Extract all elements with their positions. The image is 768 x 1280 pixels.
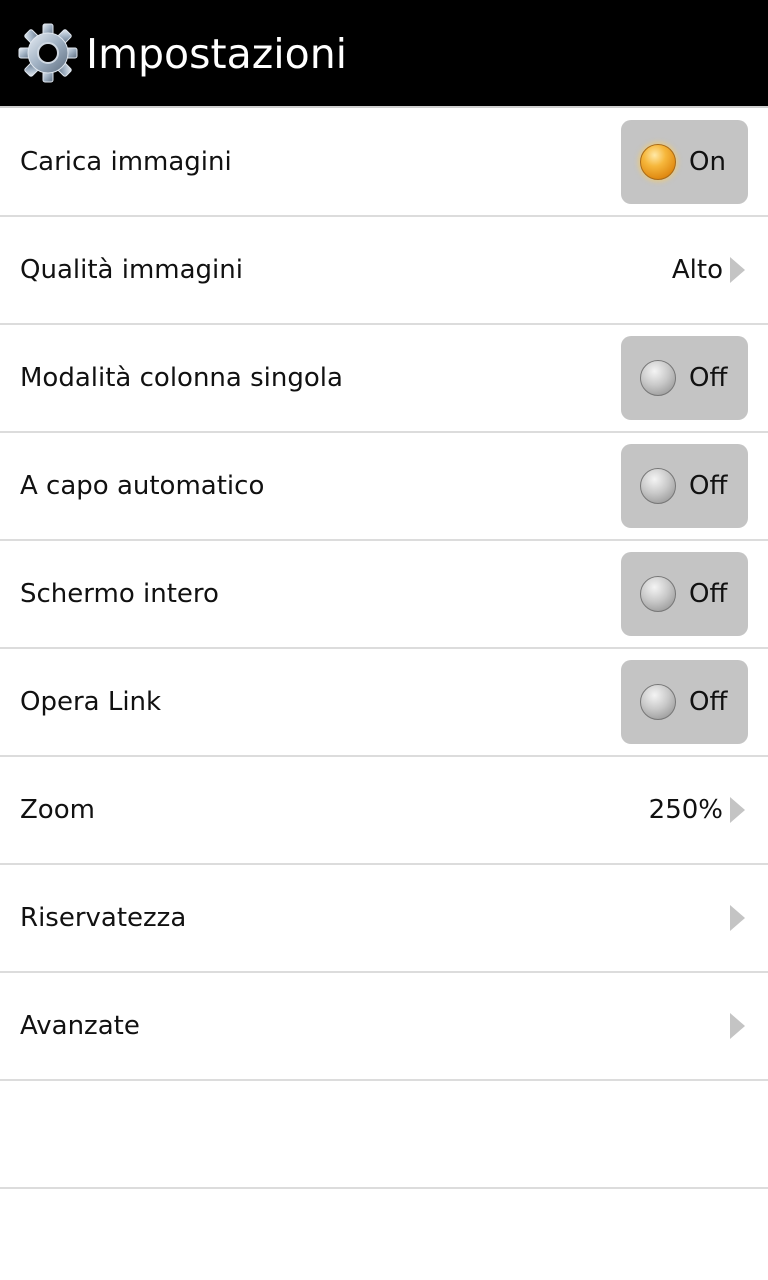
gear-icon [18, 23, 78, 83]
setting-label: Avanzate [20, 1011, 140, 1041]
setting-value: 250% [648, 795, 723, 825]
setting-fullscreen[interactable]: Schermo intero Off [0, 541, 768, 649]
load-images-toggle[interactable]: On [621, 120, 748, 204]
setting-label: Riservatezza [20, 903, 187, 933]
setting-zoom[interactable]: Zoom 250% [0, 757, 768, 865]
setting-label: Schermo intero [20, 579, 219, 609]
fullscreen-toggle[interactable]: Off [621, 552, 748, 636]
chevron-right-icon [730, 1013, 745, 1039]
status-led-icon [640, 576, 676, 612]
page-title: Impostazioni [86, 30, 348, 78]
settings-list: Carica immagini On Qualità immagini Alto… [0, 109, 768, 1189]
status-led-icon [640, 468, 676, 504]
setting-privacy[interactable]: Riservatezza [0, 865, 768, 973]
chevron-right-icon [730, 797, 745, 823]
status-led-icon [640, 144, 676, 180]
setting-advanced[interactable]: Avanzate [0, 973, 768, 1081]
setting-label: A capo automatico [20, 471, 265, 501]
setting-value: Alto [671, 255, 723, 285]
setting-opera-link[interactable]: Opera Link Off [0, 649, 768, 757]
setting-label: Qualità immagini [20, 255, 243, 285]
title-bar: Impostazioni [0, 0, 768, 108]
setting-load-images[interactable]: Carica immagini On [0, 109, 768, 217]
status-led-icon [640, 360, 676, 396]
status-led-icon [640, 684, 676, 720]
toggle-state: Off [689, 363, 728, 393]
setting-text-wrap[interactable]: A capo automatico Off [0, 433, 768, 541]
toggle-state: Off [689, 687, 728, 717]
setting-image-quality[interactable]: Qualità immagini Alto [0, 217, 768, 325]
setting-label: Zoom [20, 795, 95, 825]
chevron-right-icon [730, 905, 745, 931]
single-column-toggle[interactable]: Off [621, 336, 748, 420]
opera-link-toggle[interactable]: Off [621, 660, 748, 744]
text-wrap-toggle[interactable]: Off [621, 444, 748, 528]
setting-single-column[interactable]: Modalità colonna singola Off [0, 325, 768, 433]
toggle-state: Off [689, 471, 728, 501]
toggle-state: Off [689, 579, 728, 609]
toggle-state: On [689, 147, 726, 177]
empty-row [0, 1081, 768, 1189]
setting-label: Opera Link [20, 687, 162, 717]
setting-label: Carica immagini [20, 147, 232, 177]
setting-label: Modalità colonna singola [20, 363, 343, 393]
chevron-right-icon [730, 257, 745, 283]
